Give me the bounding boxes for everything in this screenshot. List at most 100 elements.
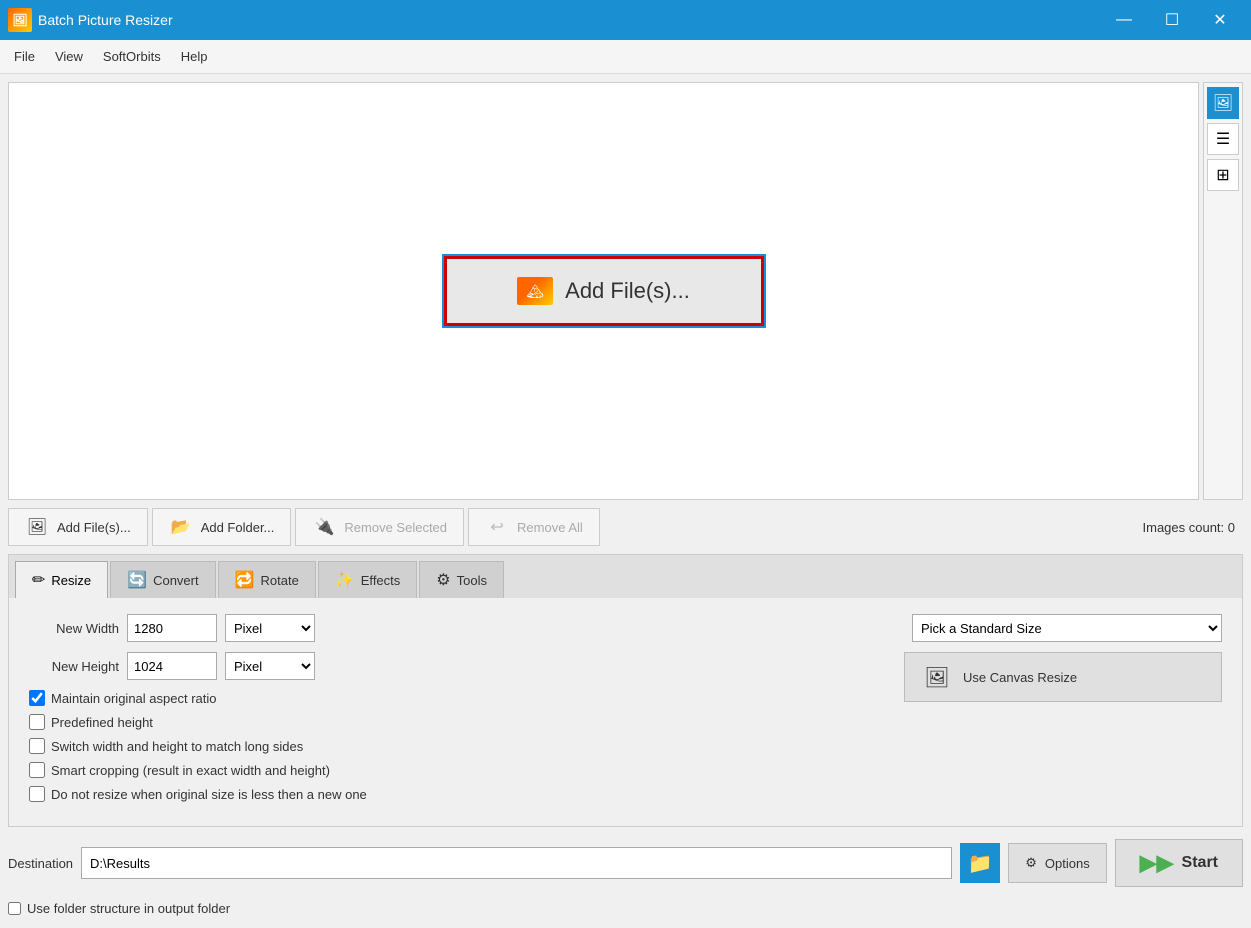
add-files-center-button[interactable]: Add File(s)...	[444, 256, 764, 326]
file-list: Add File(s)...	[8, 82, 1199, 500]
start-icon: ▶▶	[1140, 850, 1174, 876]
view-thumbnail-button[interactable]: 🖼	[1207, 87, 1239, 119]
gear-icon: ⚙	[1025, 855, 1037, 871]
maintain-aspect-checkbox[interactable]	[29, 690, 45, 706]
predefined-height-checkbox[interactable]	[29, 714, 45, 730]
smart-crop-label[interactable]: Smart cropping (result in exact width an…	[51, 763, 330, 778]
maintain-aspect-label[interactable]: Maintain original aspect ratio	[51, 691, 216, 706]
resize-right-controls: Pick a Standard Size 🖼 Use Canvas Resize	[904, 614, 1222, 810]
add-files-button[interactable]: 🖼 Add File(s)...	[8, 508, 148, 546]
menu-softorbits[interactable]: SoftOrbits	[93, 45, 171, 68]
add-files-center-icon	[517, 277, 553, 305]
menu-view[interactable]: View	[45, 45, 93, 68]
menu-file[interactable]: File	[4, 45, 45, 68]
close-button[interactable]: ✕	[1197, 0, 1243, 40]
tools-tab-icon: ⚙	[436, 570, 450, 590]
tab-convert[interactable]: 🔄 Convert	[110, 561, 215, 598]
resize-tab-icon: ✏	[32, 570, 45, 590]
no-enlarge-checkbox[interactable]	[29, 786, 45, 802]
folder-structure-label[interactable]: Use folder structure in output folder	[27, 901, 230, 916]
remove-all-button[interactable]: ↩ Remove All	[468, 508, 600, 546]
menu-help[interactable]: Help	[171, 45, 218, 68]
destination-input[interactable]	[81, 847, 952, 879]
view-list-button[interactable]: ☰	[1207, 123, 1239, 155]
destination-bar: Destination 📁 ⚙ Options ▶▶ Start	[8, 835, 1243, 891]
predefined-height-label[interactable]: Predefined height	[51, 715, 153, 730]
switch-sides-checkbox[interactable]	[29, 738, 45, 754]
minimize-button[interactable]: —	[1101, 0, 1147, 40]
resize-controls: New Width Pixel Percent Cm Inch New Heig…	[29, 614, 1222, 810]
tab-rotate[interactable]: 🔁 Rotate	[218, 561, 316, 598]
switch-sides-label[interactable]: Switch width and height to match long si…	[51, 739, 303, 754]
tab-resize[interactable]: ✏ Resize	[15, 561, 108, 598]
tab-convert-label: Convert	[153, 573, 199, 588]
app-icon: 🖼	[8, 8, 32, 32]
view-grid-button[interactable]: ⊞	[1207, 159, 1239, 191]
tabs: ✏ Resize 🔄 Convert 🔁 Rotate ✨ Effects ⚙ …	[9, 555, 1242, 598]
tab-effects-label: Effects	[361, 573, 401, 588]
remove-selected-button[interactable]: 🔌 Remove Selected	[295, 508, 464, 546]
add-folder-button[interactable]: 📂 Add Folder...	[152, 508, 292, 546]
effects-tab-icon: ✨	[335, 570, 355, 590]
remove-selected-icon: 🔌	[312, 517, 336, 537]
resize-tab-content: New Width Pixel Percent Cm Inch New Heig…	[9, 598, 1242, 826]
main-content: Add File(s)... 🖼 ☰ ⊞ 🖼 Add File(s)... 📂 …	[0, 74, 1251, 928]
no-enlarge-label[interactable]: Do not resize when original size is less…	[51, 787, 367, 802]
images-count: Images count: 0	[1143, 520, 1244, 535]
width-input[interactable]	[127, 614, 217, 642]
app-title: Batch Picture Resizer	[38, 12, 1101, 28]
width-unit-select[interactable]: Pixel Percent Cm Inch	[225, 614, 315, 642]
standard-size-row: Pick a Standard Size	[904, 614, 1222, 642]
standard-size-select[interactable]: Pick a Standard Size	[912, 614, 1222, 642]
rotate-tab-icon: 🔁	[235, 570, 255, 590]
height-row: New Height Pixel Percent Cm Inch	[29, 652, 884, 680]
toolbar: 🖼 Add File(s)... 📂 Add Folder... 🔌 Remov…	[8, 508, 1243, 546]
add-files-icon: 🖼	[25, 517, 49, 537]
tab-resize-label: Resize	[51, 573, 91, 588]
add-folder-label: Add Folder...	[201, 520, 275, 535]
add-files-center-label: Add File(s)...	[565, 278, 690, 304]
width-row: New Width Pixel Percent Cm Inch	[29, 614, 884, 642]
tab-tools-label: Tools	[457, 573, 487, 588]
folder-structure-row: Use folder structure in output folder	[8, 897, 1243, 920]
canvas-resize-icon: 🖼	[921, 661, 953, 693]
convert-tab-icon: 🔄	[127, 570, 147, 590]
canvas-resize-label: Use Canvas Resize	[963, 670, 1077, 685]
tab-effects[interactable]: ✨ Effects	[318, 561, 417, 598]
tab-panel: ✏ Resize 🔄 Convert 🔁 Rotate ✨ Effects ⚙ …	[8, 554, 1243, 827]
smart-crop-row: Smart cropping (result in exact width an…	[29, 762, 884, 778]
tab-rotate-label: Rotate	[261, 573, 299, 588]
height-label: New Height	[29, 659, 119, 674]
predefined-height-row: Predefined height	[29, 714, 884, 730]
maximize-button[interactable]: ☐	[1149, 0, 1195, 40]
resize-left-controls: New Width Pixel Percent Cm Inch New Heig…	[29, 614, 884, 810]
start-button[interactable]: ▶▶ Start	[1115, 839, 1243, 887]
height-input[interactable]	[127, 652, 217, 680]
destination-label: Destination	[8, 856, 73, 871]
width-label: New Width	[29, 621, 119, 636]
folder-icon: 📁	[968, 851, 993, 876]
menubar: File View SoftOrbits Help	[0, 40, 1251, 74]
titlebar: 🖼 Batch Picture Resizer — ☐ ✕	[0, 0, 1251, 40]
file-list-container: Add File(s)... 🖼 ☰ ⊞	[8, 82, 1243, 500]
canvas-resize-button[interactable]: 🖼 Use Canvas Resize	[904, 652, 1222, 702]
browse-folder-button[interactable]: 📁	[960, 843, 1000, 883]
window-controls: — ☐ ✕	[1101, 0, 1243, 40]
remove-all-label: Remove All	[517, 520, 583, 535]
add-files-label: Add File(s)...	[57, 520, 131, 535]
no-enlarge-row: Do not resize when original size is less…	[29, 786, 884, 802]
add-folder-icon: 📂	[169, 517, 193, 537]
start-label: Start	[1182, 854, 1218, 872]
view-buttons-panel: 🖼 ☰ ⊞	[1203, 82, 1243, 500]
height-unit-select[interactable]: Pixel Percent Cm Inch	[225, 652, 315, 680]
folder-structure-checkbox[interactable]	[8, 902, 21, 915]
options-button[interactable]: ⚙ Options	[1008, 843, 1106, 883]
options-label: Options	[1045, 856, 1090, 871]
tab-tools[interactable]: ⚙ Tools	[419, 561, 504, 598]
bottom-section: Destination 📁 ⚙ Options ▶▶ Start Use fol…	[8, 835, 1243, 920]
switch-sides-row: Switch width and height to match long si…	[29, 738, 884, 754]
remove-all-icon: ↩	[485, 517, 509, 537]
smart-crop-checkbox[interactable]	[29, 762, 45, 778]
maintain-aspect-row: Maintain original aspect ratio	[29, 690, 884, 706]
remove-selected-label: Remove Selected	[344, 520, 447, 535]
